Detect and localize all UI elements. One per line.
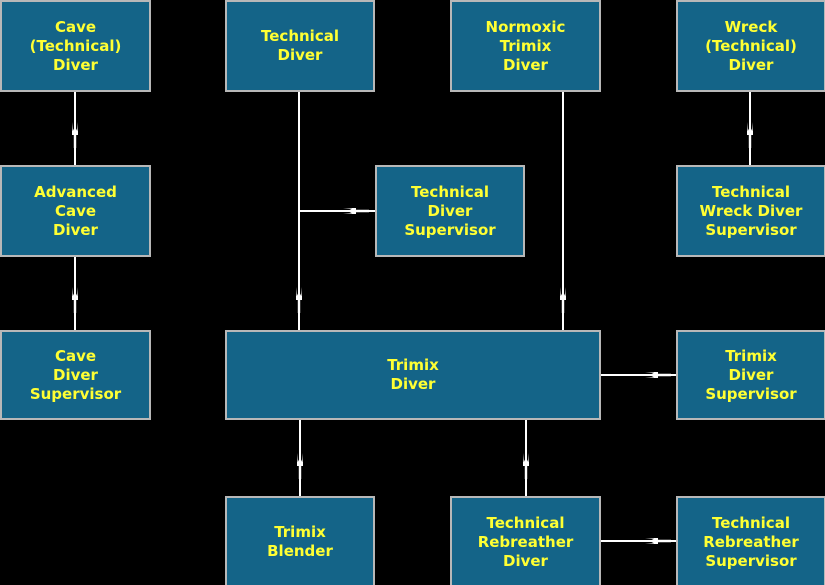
node-normoxic-trimix-diver[interactable]: Normoxic Trimix Diver <box>450 0 601 92</box>
node-cave-diver-supervisor[interactable]: Cave Diver Supervisor <box>0 330 151 420</box>
node-technical-wreck-diver-supervisor[interactable]: Technical Wreck Diver Supervisor <box>676 165 825 257</box>
node-label: Technical Rebreather Diver <box>477 513 574 570</box>
arrowhead-down-technical-diver-to-trimix-diver <box>292 287 306 313</box>
node-label: Cave (Technical) Diver <box>29 17 122 74</box>
node-trimix-blender[interactable]: Trimix Blender <box>225 496 375 585</box>
arrowhead-down-wreck-to-wreck-supervisor <box>743 122 757 148</box>
node-label: Trimix Diver <box>387 356 439 393</box>
node-wreck-technical-diver[interactable]: Wreck (Technical) Diver <box>676 0 825 92</box>
node-label: Wreck (Technical) Diver <box>705 17 797 74</box>
arrowhead-right-technical-diver-to-supervisor <box>343 204 369 218</box>
node-label: Technical Diver <box>261 27 339 64</box>
arrowhead-down-normoxic-trimix-to-trimix-diver <box>556 287 570 313</box>
arrowhead-down-trimix-diver-to-rebreather-diver <box>519 453 533 479</box>
node-label: Cave Diver Supervisor <box>29 346 122 403</box>
node-label: Trimix Diver Supervisor <box>705 346 797 403</box>
node-trimix-diver-supervisor[interactable]: Trimix Diver Supervisor <box>676 330 825 420</box>
arrowhead-down-trimix-diver-to-trimix-blender <box>293 453 307 479</box>
arrowhead-right-trimix-diver-to-trimix-supervisor <box>645 368 671 382</box>
node-label: Technical Diver Supervisor <box>404 182 496 239</box>
node-label: Trimix Blender <box>267 523 333 560</box>
node-label: Advanced Cave Diver <box>34 182 117 239</box>
flowchart-canvas: Cave (Technical) Diver Technical Diver N… <box>0 0 825 585</box>
node-cave-technical-diver[interactable]: Cave (Technical) Diver <box>0 0 151 92</box>
arrowhead-right-rebreather-diver-to-rebreather-supervisor <box>645 534 671 548</box>
node-advanced-cave-diver[interactable]: Advanced Cave Diver <box>0 165 151 257</box>
node-technical-diver-supervisor[interactable]: Technical Diver Supervisor <box>375 165 525 257</box>
node-trimix-diver[interactable]: Trimix Diver <box>225 330 601 420</box>
node-label: Normoxic Trimix Diver <box>485 17 566 74</box>
node-label: Technical Wreck Diver Supervisor <box>699 182 803 239</box>
arrowhead-down-advanced-cave-to-cave-supervisor <box>68 287 82 313</box>
node-technical-diver[interactable]: Technical Diver <box>225 0 375 92</box>
node-label: Technical Rebreather Supervisor <box>703 513 799 570</box>
node-technical-rebreather-supervisor[interactable]: Technical Rebreather Supervisor <box>676 496 825 585</box>
arrowhead-down-cave-to-advanced-cave <box>68 122 82 148</box>
node-technical-rebreather-diver[interactable]: Technical Rebreather Diver <box>450 496 601 585</box>
